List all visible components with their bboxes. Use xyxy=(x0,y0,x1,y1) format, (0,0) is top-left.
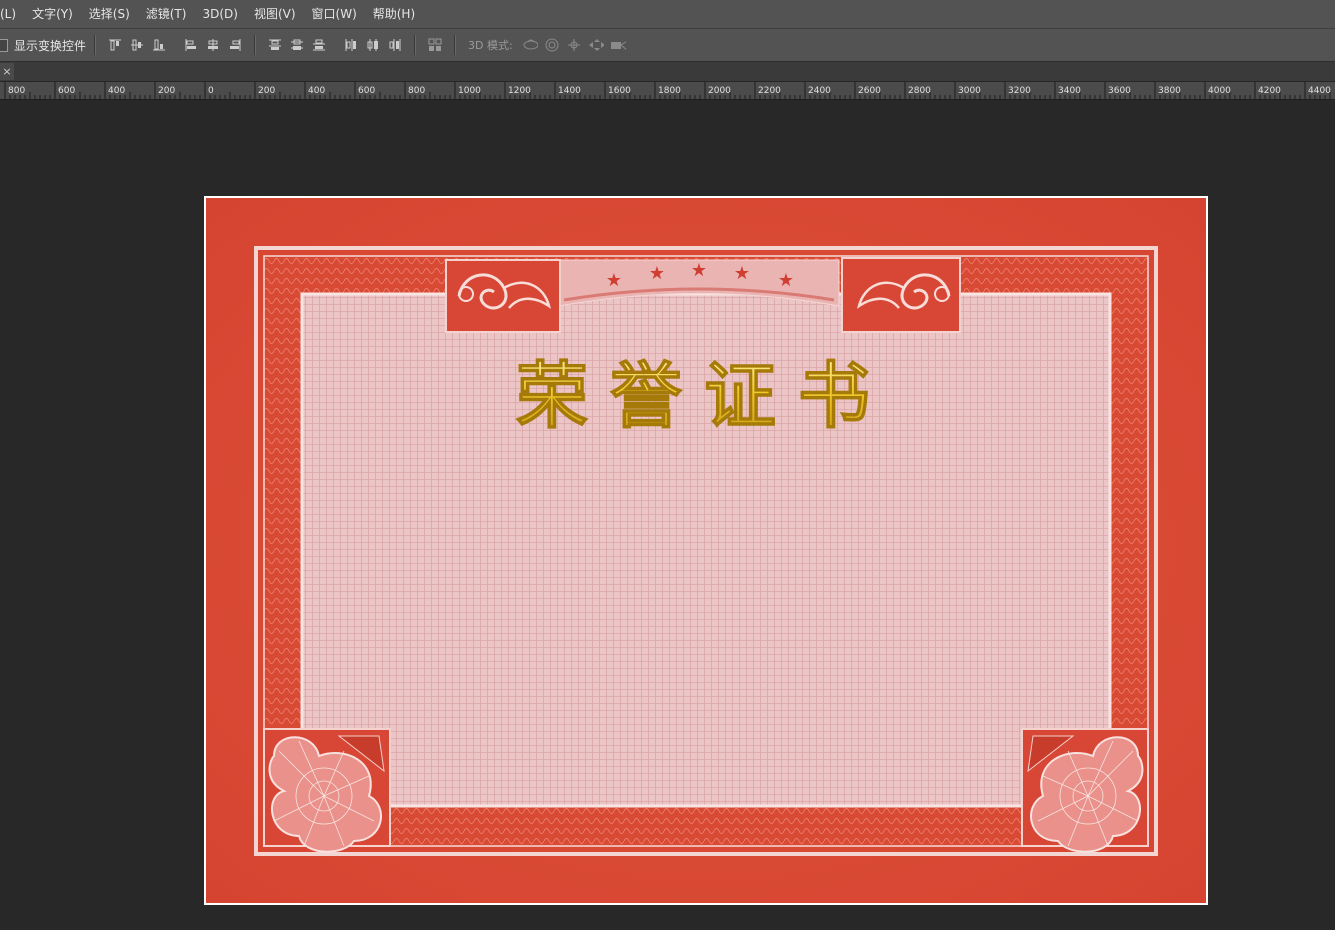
svg-text:★: ★ xyxy=(606,270,622,291)
distribute-bottom-icon[interactable] xyxy=(311,37,327,53)
menu-type[interactable]: 文字(Y) xyxy=(24,0,81,28)
ruler-label: 3000 xyxy=(958,86,981,96)
separator xyxy=(254,35,257,55)
document-canvas[interactable]: ★ ★ ★ ★ ★ 荣誉证书 xyxy=(0,100,1335,930)
ruler-label: 3800 xyxy=(1158,86,1181,96)
menu-view[interactable]: 视图(V) xyxy=(246,0,304,28)
menu-help[interactable]: 帮助(H) xyxy=(365,0,423,28)
bottom-left-ornament xyxy=(263,728,391,853)
ruler-label: 1600 xyxy=(608,86,631,96)
ruler-label: 2200 xyxy=(758,86,781,96)
ruler-ticks: 800 600 400 200 0 200 400 600 800 1000 1200 1400 160… xyxy=(4,82,1331,99)
ruler-label: 600 xyxy=(58,86,75,96)
show-transform-checkbox[interactable] xyxy=(0,38,8,52)
menu-filter[interactable]: 滤镜(T) xyxy=(138,0,195,28)
horizontal-ruler[interactable]: 800 600 400 200 0 200 400 600 800 1000 1200 1400 160… xyxy=(0,82,1335,100)
ruler-label: 200 xyxy=(158,86,175,96)
svg-text:★: ★ xyxy=(649,263,665,284)
ruler-label: 3200 xyxy=(1008,86,1031,96)
ruler-label: 2600 xyxy=(858,86,881,96)
ruler-label: 4200 xyxy=(1258,86,1281,96)
separator xyxy=(414,35,417,55)
menu-select[interactable]: 选择(S) xyxy=(81,0,138,28)
roll-3d-icon[interactable] xyxy=(544,37,560,53)
separator xyxy=(334,35,336,55)
svg-text:★: ★ xyxy=(734,263,750,284)
separator xyxy=(174,35,176,55)
top-right-ornament xyxy=(841,257,961,333)
ruler-label: 3400 xyxy=(1058,86,1081,96)
certificate-artwork: ★ ★ ★ ★ ★ 荣誉证书 xyxy=(206,198,1206,903)
ruler-label: 4000 xyxy=(1208,86,1231,96)
svg-text:★: ★ xyxy=(691,260,707,281)
align-vertical-centers-icon[interactable] xyxy=(129,37,145,53)
ruler-label: 2800 xyxy=(908,86,931,96)
auto-align-icon[interactable] xyxy=(427,37,443,53)
certificate-image[interactable]: ★ ★ ★ ★ ★ 荣誉证书 xyxy=(204,196,1208,905)
certificate-title: 荣誉证书 xyxy=(516,353,892,438)
slide-3d-icon[interactable] xyxy=(588,37,604,53)
align-horizontal-centers-icon[interactable] xyxy=(205,37,221,53)
ruler-label: 3600 xyxy=(1108,86,1131,96)
separator xyxy=(94,35,97,55)
3d-mode-label: 3D 模式: xyxy=(468,39,513,52)
document-tab-strip: × xyxy=(0,62,1335,82)
ruler-label: 800 xyxy=(8,86,25,96)
ruler-label: 2400 xyxy=(808,86,831,96)
ruler-label: 400 xyxy=(108,86,125,96)
ruler-label: 400 xyxy=(308,86,325,96)
menu-layer[interactable]: (L) xyxy=(0,0,24,28)
align-right-edges-icon[interactable] xyxy=(227,37,243,53)
distribute-top-icon[interactable] xyxy=(267,37,283,53)
ruler-label: 1200 xyxy=(508,86,531,96)
bottom-right-ornament xyxy=(1021,728,1149,853)
ruler-label: 1400 xyxy=(558,86,581,96)
distribute-horizontal-centers-icon[interactable] xyxy=(365,37,381,53)
distribute-left-icon[interactable] xyxy=(343,37,359,53)
ruler-label: 0 xyxy=(208,86,214,96)
align-top-edges-icon[interactable] xyxy=(107,37,123,53)
drag-3d-icon[interactable] xyxy=(566,37,582,53)
distribute-right-icon[interactable] xyxy=(387,37,403,53)
scale-3d-camera-icon[interactable] xyxy=(610,37,626,53)
rotate-3d-icon[interactable] xyxy=(522,37,538,53)
close-tab-icon[interactable]: × xyxy=(0,63,14,80)
separator xyxy=(454,35,457,55)
svg-text:★: ★ xyxy=(778,270,794,291)
menu-3d[interactable]: 3D(D) xyxy=(194,0,245,28)
ruler-label: 2000 xyxy=(708,86,731,96)
ruler-label: 1800 xyxy=(658,86,681,96)
align-bottom-edges-icon[interactable] xyxy=(151,37,167,53)
ruler-label: 800 xyxy=(408,86,425,96)
ruler-label: 600 xyxy=(358,86,375,96)
show-transform-label: 显示变换控件 xyxy=(14,38,87,53)
distribute-vertical-centers-icon[interactable] xyxy=(289,37,305,53)
ruler-label: 1000 xyxy=(458,86,481,96)
menu-bar: (L) 文字(Y) 选择(S) 滤镜(T) 3D(D) 视图(V) 窗口(W) … xyxy=(0,0,1335,29)
options-bar: 显示变换控件 3D 模式: xyxy=(0,29,1335,62)
menu-window[interactable]: 窗口(W) xyxy=(304,0,365,28)
ruler-label: 200 xyxy=(258,86,275,96)
ruler-label: 4400 xyxy=(1308,86,1331,96)
align-left-edges-icon[interactable] xyxy=(183,37,199,53)
top-left-ornament xyxy=(445,259,561,333)
